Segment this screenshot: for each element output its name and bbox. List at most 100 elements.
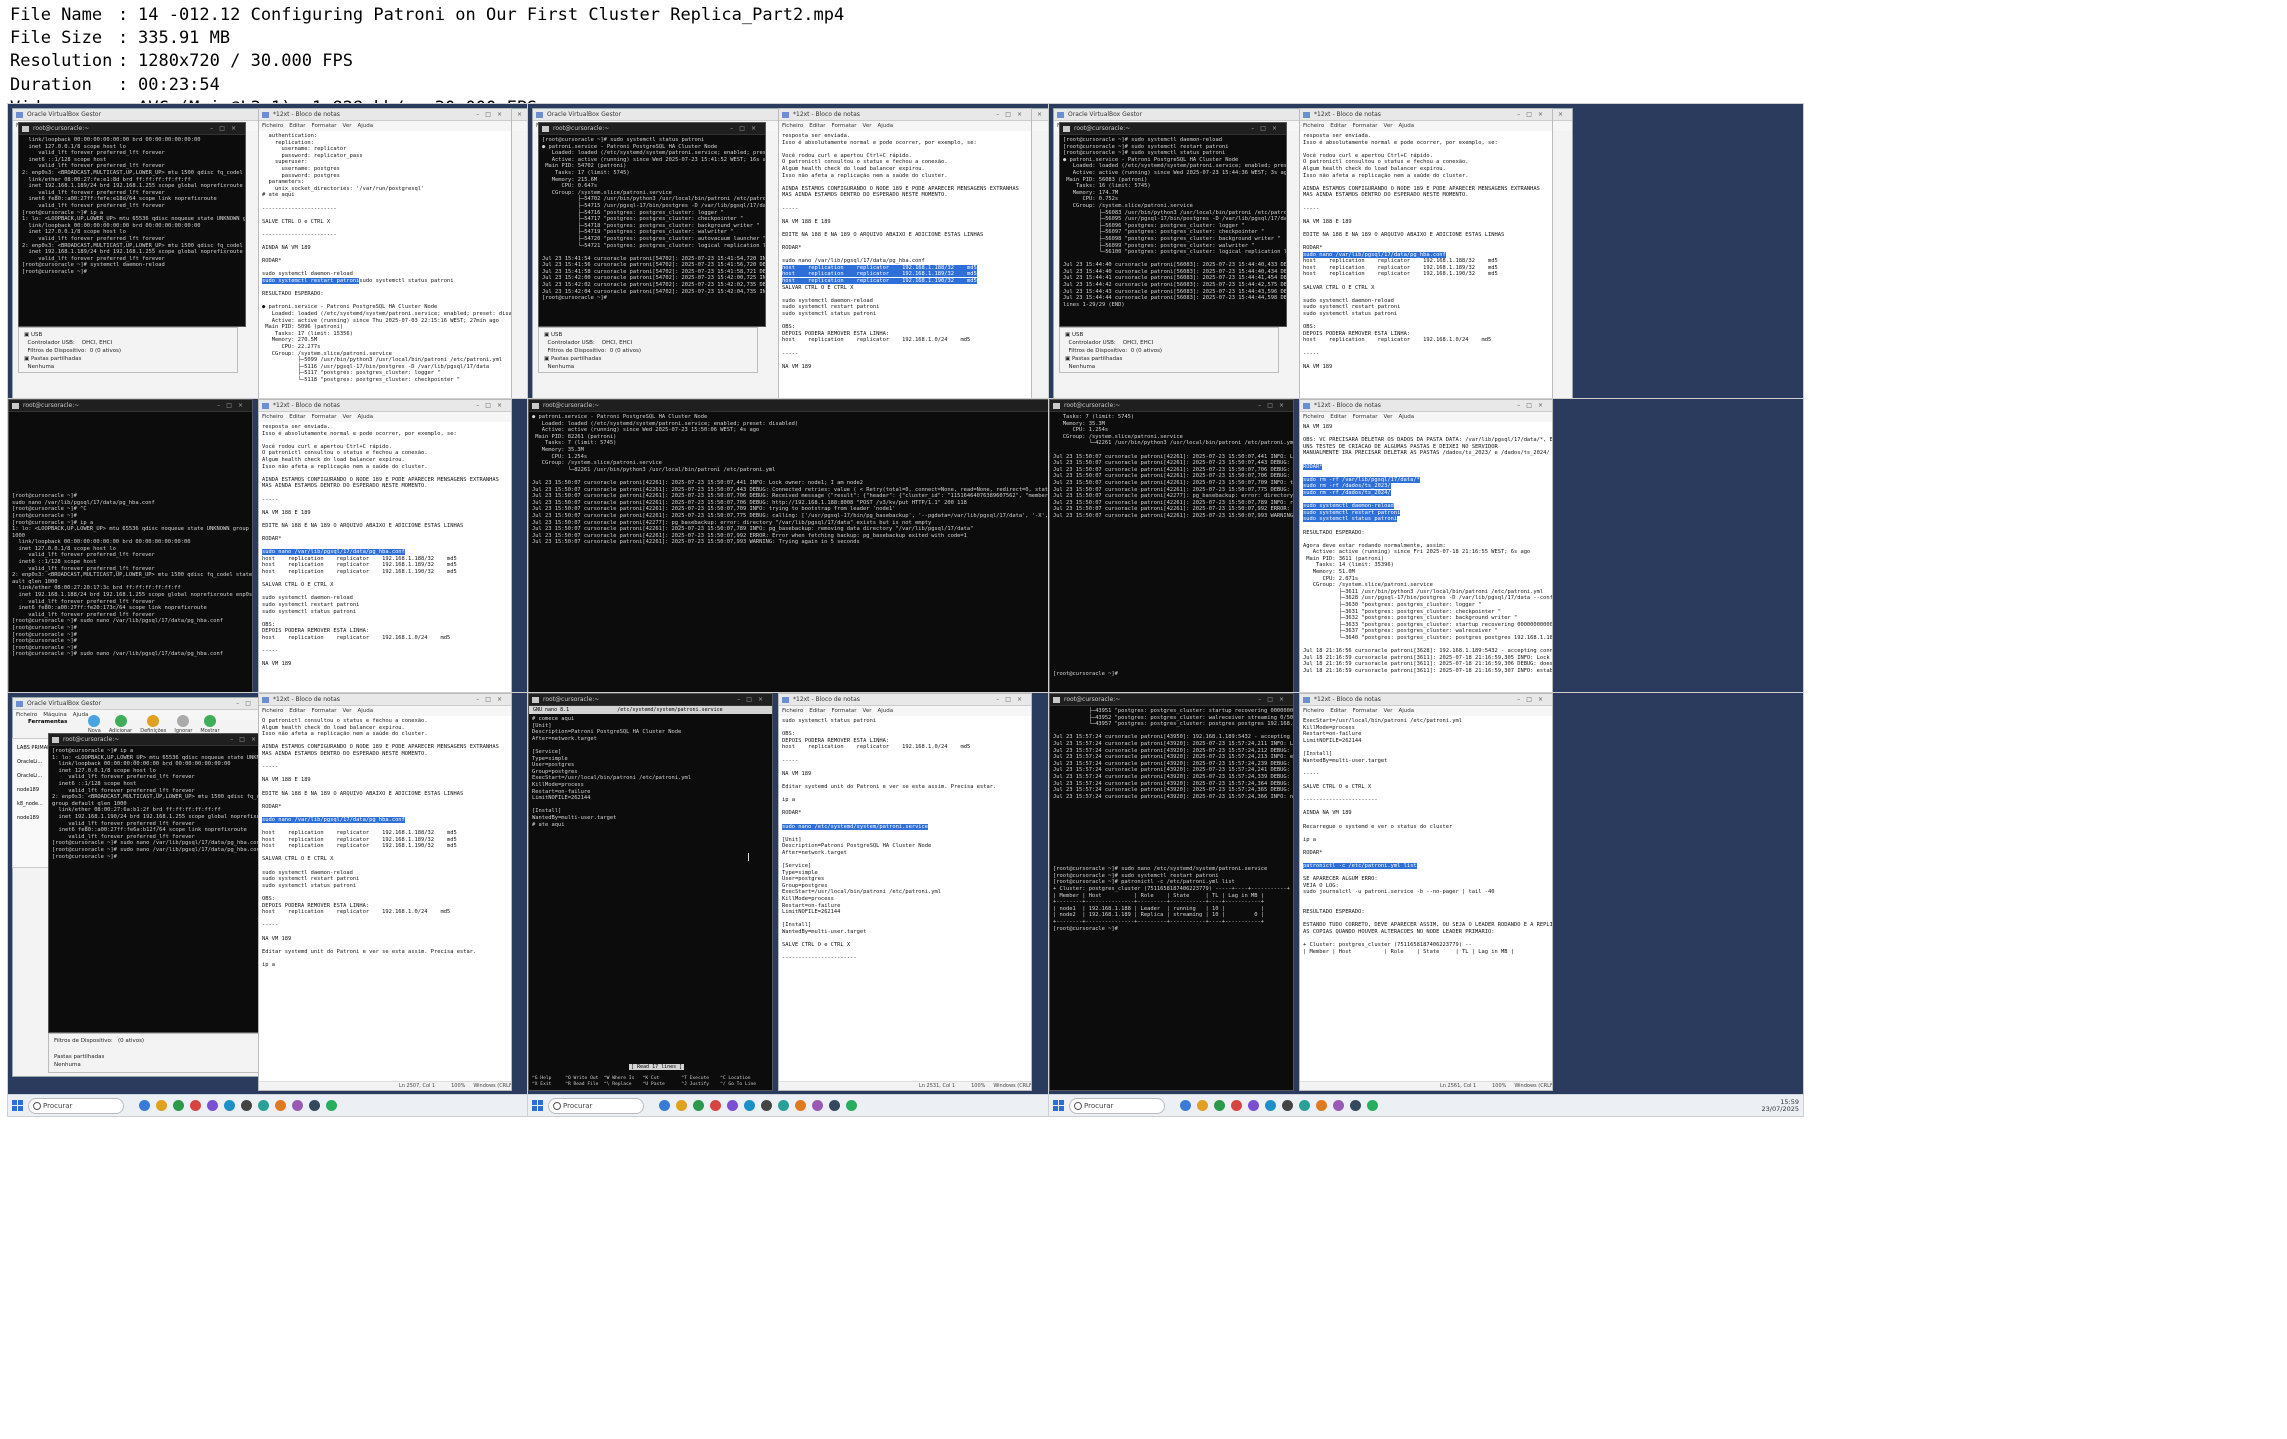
taskbar-clock[interactable]: 15:59 23/07/2025 [1762,1098,1799,1113]
vm-list-item[interactable]: k8_node... [17,797,49,811]
notepad-window[interactable]: *12xt - Bloco de notas –□× Ficheiro Editar F… [1299,693,1553,1091]
window-titlebar[interactable]: Oracle VirtualBox Gestor –□× [13,698,271,710]
edge-icon[interactable] [1265,1100,1276,1111]
menu-item[interactable]: Ficheiro [16,712,37,718]
notepad-window[interactable]: *12xt - Bloco de notas –□× Ficheiro Editar F… [258,693,512,1091]
windows-start-icon[interactable] [12,1100,23,1111]
taskbar-search-box[interactable]: Procurar [28,1097,124,1114]
terminal-output[interactable]: link/loopback 00:00:00:00:00:00 brd 00:0… [19,135,245,326]
window-controls[interactable]: –□× [1517,694,1549,706]
window-controls[interactable]: –□× [1258,400,1290,412]
menu-item[interactable]: Ficheiro [782,123,803,129]
edge-icon[interactable] [224,1100,235,1111]
menu-item[interactable]: Formatar [1353,708,1378,714]
mail-icon[interactable] [1231,1100,1242,1111]
vm-list-item[interactable]: node189 [17,783,49,797]
window-titlebar[interactable]: *12xt - Bloco de notas –□× [259,400,511,412]
window-titlebar[interactable]: root@cursoracle:~–□× [1060,123,1286,135]
window-controls[interactable]: –□× [476,694,508,706]
window-titlebar[interactable]: *12xt - Bloco de notas –□× [259,694,511,706]
window-titlebar[interactable]: root@cursoracle:~–□× [529,694,772,706]
folder-icon[interactable] [1197,1100,1208,1111]
notes-icon[interactable] [1367,1100,1378,1111]
settings-icon[interactable] [309,1100,320,1111]
menu-item[interactable]: Ficheiro [1303,708,1324,714]
settings-icon[interactable] [829,1100,840,1111]
menu-item[interactable]: Formatar [1353,123,1378,129]
window-controls[interactable]: –□× [1517,109,1549,121]
notepad-text[interactable]: sudo systemctl status patroni OBS: DEPOI… [779,716,1031,1083]
menu-item[interactable]: Ficheiro [1303,414,1324,420]
window-controls[interactable]: –□× [1251,123,1283,135]
menu-item[interactable]: Ficheiro [1303,123,1324,129]
store-icon[interactable] [795,1100,806,1111]
notes-icon[interactable] [846,1100,857,1111]
teams-icon[interactable] [1299,1100,1310,1111]
menu-item[interactable]: Editar [1330,123,1346,129]
terminal-output[interactable]: # comece aqui [Unit] Description=Patroni… [529,706,772,1090]
media-icon[interactable] [727,1100,738,1111]
vm-list-item[interactable]: node189 [17,811,49,825]
chrome-icon[interactable] [173,1100,184,1111]
terminal-window[interactable]: root@cursoracle:~ –□× link/loopback 00:00… [18,122,246,327]
menu-item[interactable]: Ver [343,123,352,129]
menu-item[interactable]: Ver [1384,708,1393,714]
terminal-output[interactable]: [root@cursoracle ~]# sudo systemctl daem… [1060,135,1286,326]
menu-item[interactable]: Editar [1330,708,1346,714]
window-controls[interactable]: –□× [730,123,762,135]
window-controls[interactable]: –□× [1258,694,1290,706]
menu-item[interactable]: Ajuda [358,708,374,714]
menu-item[interactable]: Ficheiro [782,708,803,714]
window-titlebar[interactable]: *12xt - Bloco de notas –□× [779,694,1031,706]
window-titlebar[interactable]: root@cursoracle:~–□× [49,734,265,746]
menu-item[interactable]: Editar [1330,414,1346,420]
chrome-icon[interactable] [693,1100,704,1111]
menu-item[interactable]: Ver [1384,414,1393,420]
vm-list-item[interactable]: LABS PRIMARIO [17,741,56,755]
menu-item[interactable]: Ficheiro [262,708,283,714]
teams-icon[interactable] [778,1100,789,1111]
menu-item[interactable]: Ajuda [73,712,89,718]
window-controls[interactable]: –□× [476,109,508,121]
menu-item[interactable]: Formatar [832,708,857,714]
terminal-icon[interactable] [1282,1100,1293,1111]
edge-icon[interactable] [744,1100,755,1111]
menu-item[interactable]: Ver [863,708,872,714]
window-titlebar[interactable]: root@cursoracle:~–□× [539,123,765,135]
menu-item[interactable]: Ficheiro [262,414,283,420]
window-titlebar[interactable]: *12xt - Bloco de notas –□× [1300,109,1552,121]
menu-item[interactable]: Editar [809,708,825,714]
window-controls[interactable]: –□× [737,694,769,706]
window-controls[interactable]: –□× [996,109,1028,121]
terminal-window[interactable]: root@cursoracle:~ –□× [root@cursoracle ~]#… [538,122,766,327]
menu-item[interactable]: Editar [289,414,305,420]
app-icon[interactable] [292,1100,303,1111]
terminal-output[interactable]: ├─43951 "postgres: postgres_cluster: sta… [1050,706,1293,1090]
window-titlebar[interactable]: root@cursoracle:~–□× [19,123,245,135]
window-titlebar[interactable]: root@cursoracle:~–□× [1050,694,1293,706]
menu-item[interactable]: Ajuda [1399,708,1415,714]
window-titlebar[interactable]: *12xt - Bloco de notas –□× [1300,400,1552,412]
mail-icon[interactable] [710,1100,721,1111]
window-controls[interactable]: –□× [476,400,508,412]
menu-item[interactable]: Ver [343,708,352,714]
window-titlebar[interactable]: *12xt - Bloco de notas –□× [779,109,1031,121]
toolbar-button[interactable]: Nova [88,715,101,734]
menu-item[interactable]: Máquina [43,712,66,718]
terminal-icon[interactable] [761,1100,772,1111]
window-titlebar[interactable]: root@cursoracle:~–□× [9,400,252,412]
menu-item[interactable]: Ver [343,414,352,420]
media-icon[interactable] [1248,1100,1259,1111]
terminal-window[interactable]: root@cursoracle:~ –□× ├─43951 "postgres: … [1049,693,1294,1091]
menu-item[interactable]: Formatar [312,123,337,129]
windows-start-icon[interactable] [1053,1100,1064,1111]
menu-item[interactable]: Formatar [312,708,337,714]
media-icon[interactable] [207,1100,218,1111]
window-controls[interactable]: –□× [210,123,242,135]
browser-icon[interactable] [1180,1100,1191,1111]
terminal-icon[interactable] [241,1100,252,1111]
notepad-text[interactable]: ExecStart=/usr/local/bin/patroni /etc/pa… [1300,716,1552,1083]
terminal-window[interactable]: root@cursoracle:~ –□× [root@cursoracle ~]#… [1059,122,1287,327]
menu-item[interactable]: Formatar [312,414,337,420]
notepad-window[interactable]: *12xt - Bloco de notas –□× Ficheiro Editar F… [778,693,1032,1091]
